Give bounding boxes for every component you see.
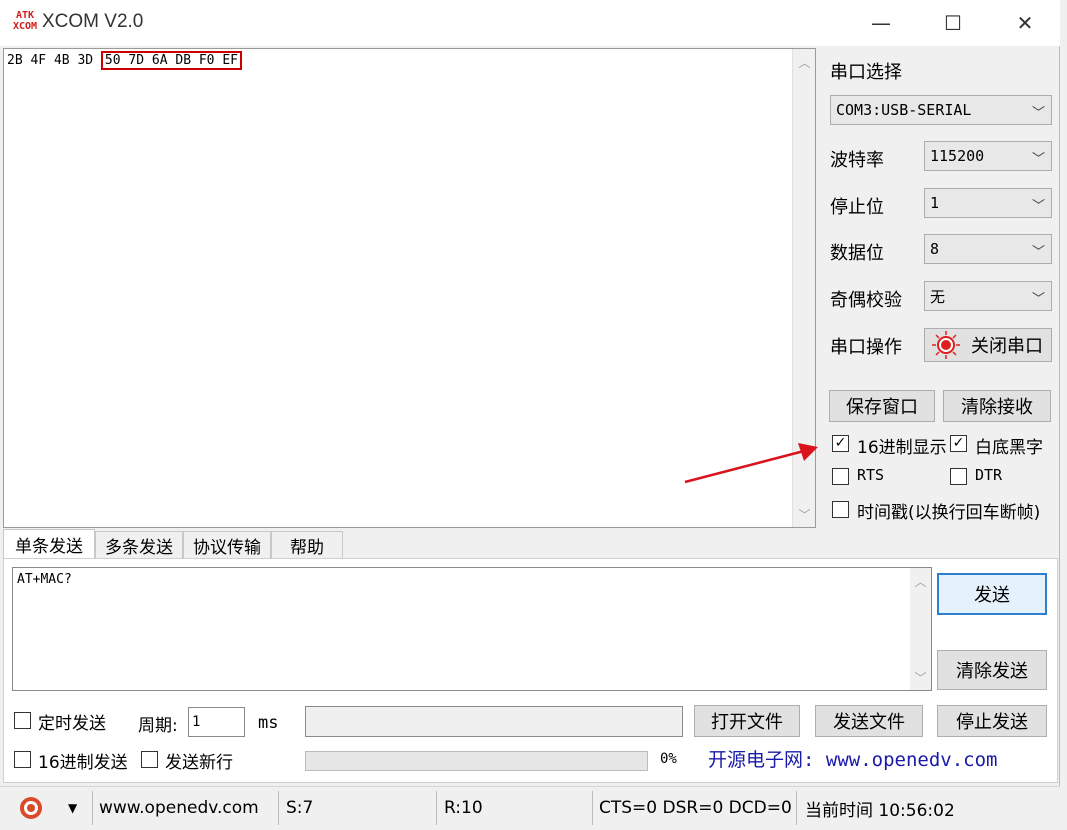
timestamp-label: 时间戳(以换行回车断帧) [857, 503, 1041, 523]
rts-checkbox[interactable] [832, 468, 849, 485]
period-unit: ms [258, 713, 279, 733]
chevron-down-icon: ﹀ [1031, 199, 1045, 214]
chevron-down-icon: ﹀ [1031, 292, 1045, 307]
port-select-value: COM3:USB-SERIAL [836, 101, 972, 119]
send-scrollbar[interactable]: ︿ ﹀ [910, 568, 931, 690]
timed-send-label: 定时发送 [38, 714, 106, 734]
send-newline-checkbox[interactable] [141, 751, 158, 768]
close-port-label: 关闭串口 [971, 336, 1043, 357]
tab-multi-send[interactable]: 多条发送 [95, 531, 183, 559]
timestamp-checkbox[interactable] [832, 501, 849, 518]
status-time: 当前时间 10:56:02 [805, 800, 955, 821]
baud-value: 115200 [930, 147, 985, 165]
dtr-checkbox[interactable] [950, 468, 967, 485]
status-divider [436, 791, 437, 825]
scroll-down-icon[interactable]: ﹀ [793, 503, 816, 525]
status-divider [592, 791, 593, 825]
port-operation-label: 串口操作 [830, 337, 902, 358]
port-select[interactable]: COM3:USB-SERIAL ﹀ [830, 95, 1052, 125]
tab-help[interactable]: 帮助 [271, 531, 343, 559]
close-port-button[interactable]: 关闭串口 [924, 328, 1052, 362]
logo-bottom-text: XCOM [12, 21, 38, 32]
status-divider [278, 791, 279, 825]
xcom-window: ATK XCOM XCOM V2.0 — ☐ ✕ 2B 4F 4B 3D 50 … [0, 0, 1060, 830]
send-file-button[interactable]: 发送文件 [815, 705, 923, 737]
scroll-down-icon[interactable]: ﹀ [910, 666, 931, 688]
status-received-count: R:10 [444, 798, 483, 818]
chevron-down-icon: ﹀ [1031, 152, 1045, 167]
period-label: 周期: [138, 716, 178, 736]
annotation-arrow-icon [684, 443, 818, 484]
stopbits-select[interactable]: 1 ﹀ [924, 188, 1052, 218]
white-bg-label: 白底黑字 [975, 438, 1043, 458]
port-select-label: 串口选择 [830, 62, 902, 83]
stopbits-label: 停止位 [830, 197, 884, 218]
parity-value: 无 [930, 287, 946, 306]
parity-label: 奇偶校验 [830, 290, 902, 311]
tab-single-send[interactable]: 单条发送 [3, 529, 95, 559]
window-title: XCOM V2.0 [42, 11, 144, 32]
file-path-input[interactable] [305, 706, 683, 737]
scroll-up-icon[interactable]: ︿ [910, 570, 931, 592]
hex-display-checkbox[interactable]: ✓ [832, 435, 849, 452]
baud-label: 波特率 [830, 150, 884, 171]
status-bar: ▼ www.openedv.com S:7 R:10 CTS=0 DSR=0 D… [0, 786, 1060, 830]
settings-gear-icon[interactable] [18, 793, 44, 823]
chevron-down-icon: ﹀ [1031, 106, 1045, 121]
hex-display-label: 16进制显示 [857, 438, 947, 458]
databits-value: 8 [930, 240, 940, 258]
rts-label: RTS [857, 466, 885, 484]
send-newline-label: 发送新行 [165, 753, 233, 773]
white-bg-checkbox[interactable]: ✓ [950, 435, 967, 452]
databits-select[interactable]: 8 ﹀ [924, 234, 1052, 264]
chevron-down-icon: ﹀ [1031, 245, 1045, 260]
minimize-button[interactable]: — [858, 6, 904, 40]
receive-text: 2B 4F 4B 3D 50 7D 6A DB F0 EF [7, 51, 242, 70]
port-status-led-icon [932, 331, 960, 359]
send-button[interactable]: 发送 [937, 573, 1047, 615]
title-bar: ATK XCOM XCOM V2.0 — ☐ ✕ [0, 0, 1060, 46]
baud-select[interactable]: 115200 ﹀ [924, 141, 1052, 171]
timed-send-checkbox[interactable] [14, 712, 31, 729]
clear-receive-button[interactable]: 清除接收 [943, 390, 1051, 422]
receive-highlighted-mac: 50 7D 6A DB F0 EF [100, 51, 242, 70]
maximize-button[interactable]: ☐ [930, 6, 976, 40]
clear-send-button[interactable]: 清除发送 [937, 650, 1047, 690]
stop-send-button[interactable]: 停止发送 [937, 705, 1047, 737]
dtr-label: DTR [975, 466, 1003, 484]
close-button[interactable]: ✕ [1002, 6, 1048, 40]
status-sent-count: S:7 [286, 798, 314, 818]
dropdown-arrow-icon[interactable]: ▼ [68, 793, 77, 823]
receive-prefix: 2B 4F 4B 3D [7, 53, 101, 68]
tab-protocol[interactable]: 协议传输 [183, 531, 271, 559]
status-divider [796, 791, 797, 825]
save-window-button[interactable]: 保存窗口 [829, 390, 935, 422]
period-input[interactable]: 1 [188, 707, 245, 737]
send-text: AT+MAC? [17, 572, 72, 587]
atk-logo-icon: ATK XCOM [12, 10, 38, 36]
send-progress-bar [305, 751, 648, 771]
logo-top-text: ATK [15, 10, 35, 21]
send-input[interactable]: AT+MAC? ︿ ﹀ [12, 567, 932, 691]
parity-select[interactable]: 无 ﹀ [924, 281, 1052, 311]
databits-label: 数据位 [830, 243, 884, 264]
open-file-button[interactable]: 打开文件 [694, 705, 800, 737]
scroll-up-icon[interactable]: ︿ [793, 51, 816, 73]
hex-send-label: 16进制发送 [38, 753, 128, 773]
status-lines: CTS=0 DSR=0 DCD=0 [599, 798, 792, 818]
status-divider [92, 791, 93, 825]
status-website[interactable]: www.openedv.com [99, 793, 259, 823]
openedv-banner[interactable]: 开源电子网: www.openedv.com [692, 742, 1049, 774]
hex-send-checkbox[interactable] [14, 751, 31, 768]
send-progress-percent: 0% [660, 751, 677, 767]
stopbits-value: 1 [930, 194, 940, 212]
